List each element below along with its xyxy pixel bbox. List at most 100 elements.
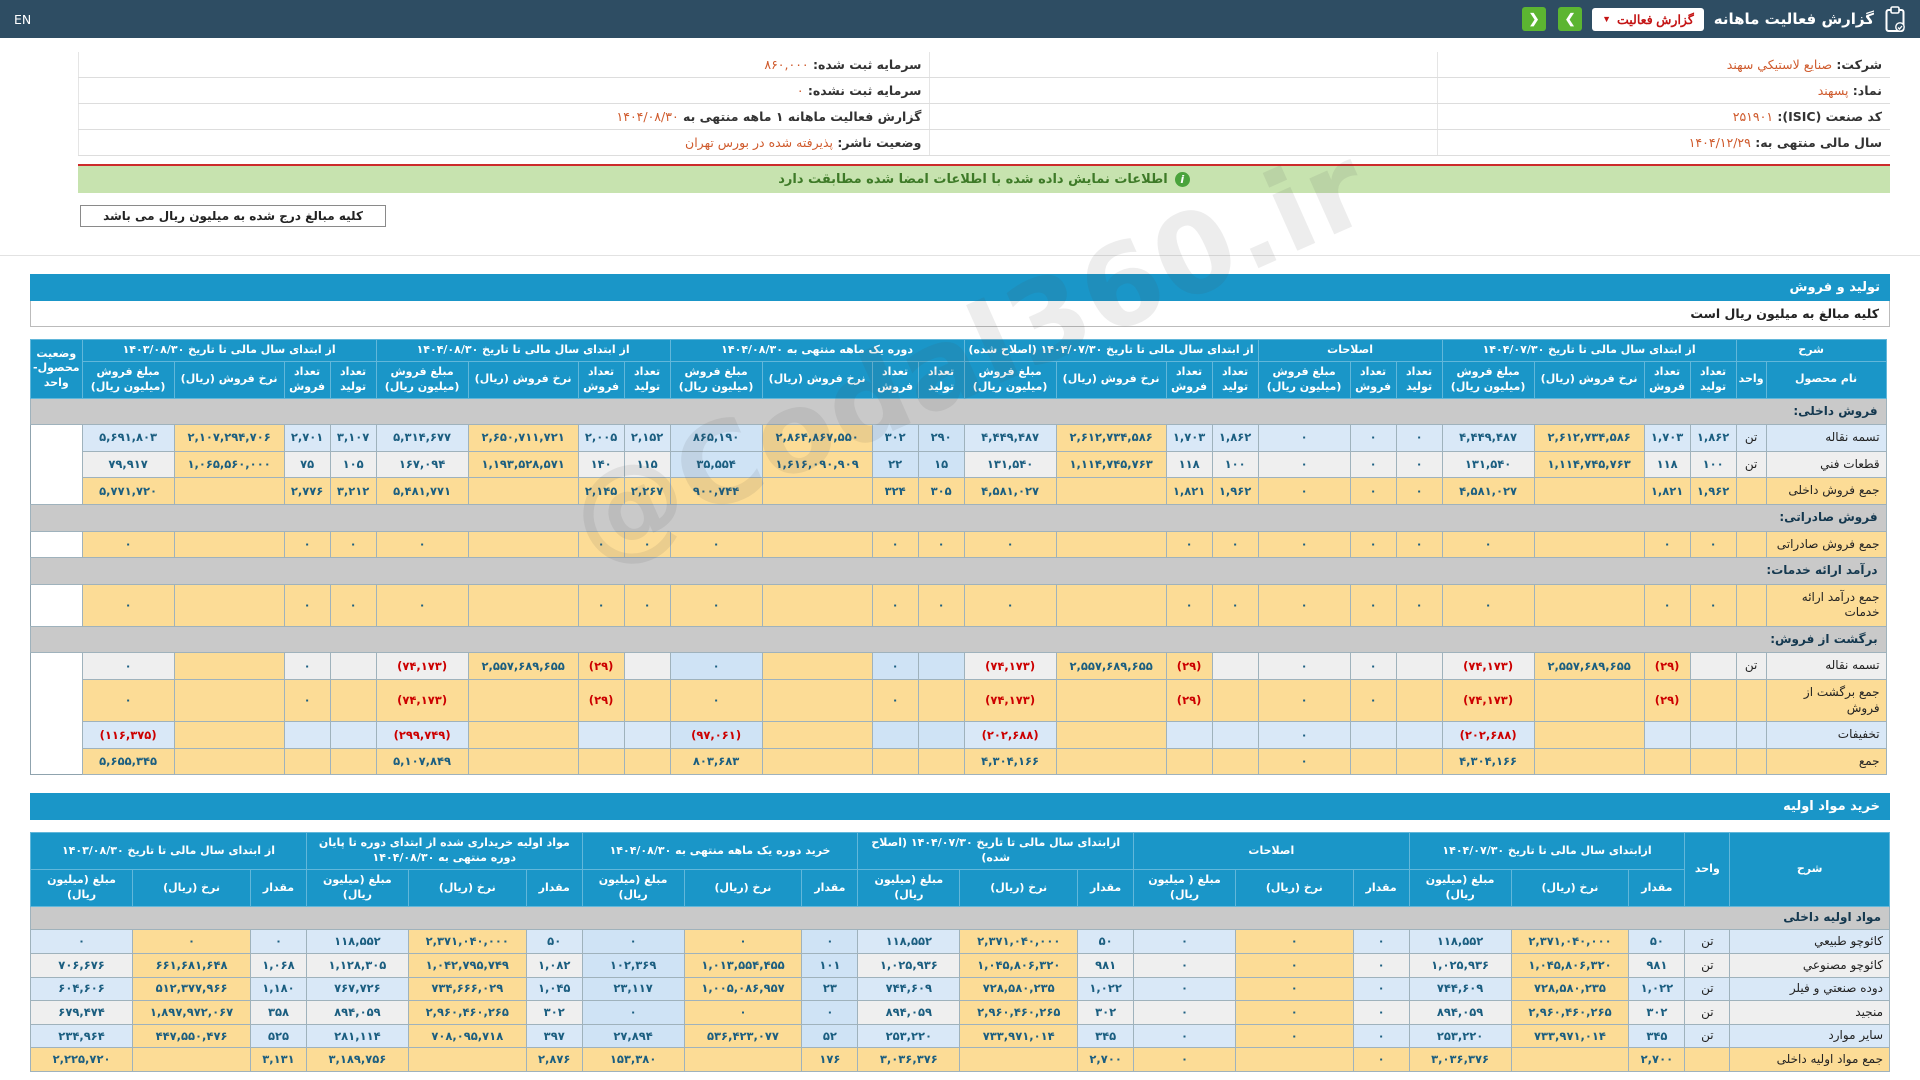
column-header: مبلغ فروش (میلیون ریال) — [669, 360, 763, 399]
report-type-dropdown-label: گزارش فعالیت — [1617, 12, 1694, 27]
company-info-row: نماد: پسهند سرمایه ثبت نشده: ۰ — [77, 77, 1890, 104]
value-cell: ۱۱۵ — [623, 450, 671, 479]
column-header: تعداد تولید — [1211, 360, 1259, 399]
language-toggle-en[interactable]: EN — [14, 12, 31, 27]
value-cell — [1211, 747, 1259, 776]
value-cell: ۵۰ — [525, 929, 583, 954]
unit-cell — [1735, 530, 1767, 559]
row-label-cell: تسمه نقاله — [1765, 424, 1887, 452]
info-spacer-cell — [929, 52, 1438, 78]
row-label-cell: قطعات فني — [1765, 450, 1887, 479]
value-cell — [761, 652, 873, 681]
next-report-button[interactable]: ❯ — [1558, 7, 1583, 31]
value-cell: ۶۷۹,۴۷۴ — [29, 1000, 134, 1025]
value-cell: ۱,۰۲۲ — [1077, 976, 1135, 1002]
value-cell: ۰ — [1395, 477, 1443, 505]
column-group-header: اصلاحات — [1133, 832, 1410, 871]
value-cell: (۲۹) — [1643, 679, 1691, 723]
column-header: تعداد تولید — [1395, 360, 1443, 399]
unit-cell — [1735, 583, 1767, 627]
page-title: گزارش فعالیت ماهانه — [1713, 10, 1874, 28]
value-cell: ۰ — [1349, 583, 1397, 627]
value-cell — [761, 721, 873, 749]
value-cell: ۸۶۵,۱۹۰ — [669, 424, 763, 452]
value-cell: ۷۲۸,۵۸۰,۲۳۵ — [959, 976, 1079, 1002]
value-cell: ۰ — [871, 583, 919, 627]
value-cell — [959, 1047, 1079, 1072]
value-cell: (۷۴,۱۷۳) — [1441, 652, 1535, 681]
value-cell: ۱,۸۲۱ — [1165, 477, 1213, 505]
value-cell — [1055, 530, 1167, 559]
value-cell — [173, 652, 285, 681]
column-group-header: ازابتدای سال مالی تا تاریخ ۱۴۰۴/۰۷/۳۰ — [1408, 832, 1686, 871]
row-label-cell: منجید — [1729, 1000, 1890, 1025]
table-row: کائوچو طبيعي تن ۵۰ ۲,۳۷۱,۰۴۰,۰۰۰ ۱۱۸,۵۵۲ ۰ ۰ ۰ ۵… — [29, 929, 1890, 954]
value-cell: ۴,۳۰۴,۱۶۶ — [1441, 747, 1535, 776]
unit-cell: تن — [1684, 929, 1731, 954]
section-label: برگشت از فروش: — [30, 625, 1887, 654]
column-header: مبلغ ( میلیون ریال) — [1133, 869, 1236, 907]
report-type-dropdown[interactable]: گزارش فعالیت ▼ — [1592, 7, 1704, 31]
company-info-row: سال مالی منتهی به: ۱۴۰۴/۱۲/۲۹ وضعیت ناشر:… — [77, 129, 1890, 156]
value-cell: ۰ — [669, 652, 763, 681]
value-cell — [1395, 652, 1443, 681]
value-cell: ۱,۱۹۳,۵۲۸,۵۷۱ — [467, 450, 579, 479]
value-cell: ۰ — [669, 583, 763, 627]
value-cell: ۳۴۵ — [1077, 1023, 1135, 1049]
value-cell: ۰ — [1257, 747, 1351, 776]
value-cell: ۱۴۰ — [577, 450, 625, 479]
value-cell: ۷۴۴,۶۰۹ — [857, 976, 961, 1002]
info-spacer-cell — [929, 129, 1438, 156]
value-cell: ۰ — [1349, 477, 1397, 505]
value-cell: ۷۲۸,۵۸۰,۲۳۵ — [1510, 976, 1630, 1002]
value-cell: ۰ — [1165, 530, 1213, 559]
top-bar: گزارش فعالیت ماهانه گزارش فعالیت ▼ ❯ ❮ E… — [0, 0, 1920, 38]
unit-cell: تن — [1684, 1023, 1731, 1049]
raw-materials-table: شرح واحد ازابتدای سال مالی تا تاریخ ۱۴۰۴/۰… — [29, 832, 1890, 1072]
value-cell: ۰ — [250, 929, 307, 954]
value-cell: ۵۰ — [1077, 929, 1135, 954]
value-cell: ۲,۸۶۴,۸۶۷,۵۵۰ — [761, 424, 873, 452]
value-cell: (۲۹) — [577, 652, 625, 681]
row-label-cell: دوده صنعتي و فیلر — [1729, 976, 1890, 1002]
value-cell: ۲,۲۲۵,۷۲۰ — [29, 1047, 134, 1072]
table-row: جمع ۴,۳۰۴,۱۶۶ ۰ ۴,۳۰۴,۱۶۶ ۸۰۳,۶۸۳ ۵,۱۰۷,۸۴۹ ۵,… — [31, 747, 1887, 776]
value-cell — [917, 652, 965, 681]
value-cell — [1055, 679, 1167, 723]
value-cell: ۱,۹۶۲ — [1211, 477, 1259, 505]
value-cell: ۱۰۰ — [1211, 450, 1259, 479]
column-header: مبلغ (میلیون ریال) — [29, 869, 134, 907]
table-row: قطعات فني تن ۱۰۰ ۱۱۸ ۱,۱۱۴,۷۴۵,۷۶۳ ۱۳۱,۵۴۰ ۰ ۰ ۰… — [31, 450, 1887, 479]
column-header: نرخ فروش (ریال) — [173, 360, 285, 399]
value-cell — [173, 721, 285, 749]
value-cell: ۱,۰۲۵,۹۳۶ — [1408, 953, 1512, 978]
column-header: نرخ (ریال) — [683, 869, 803, 907]
value-cell: ۰ — [1234, 1000, 1354, 1025]
value-cell: ۱,۸۹۷,۹۷۲,۰۶۷ — [132, 1000, 251, 1025]
value-cell: ۰ — [29, 929, 134, 954]
value-cell: ۸۹۴,۰۵۹ — [305, 1000, 409, 1025]
value-cell: ۳۲۴ — [871, 477, 919, 505]
value-cell — [761, 583, 873, 627]
column-header: نام محصول — [1765, 360, 1887, 399]
value-cell: ۰ — [375, 530, 469, 559]
row-label-cell: کائوچو طبيعي — [1729, 929, 1890, 954]
value-cell: ۲,۷۷۶ — [283, 477, 331, 505]
row-label-cell: تسمه نقاله — [1765, 652, 1887, 681]
value-cell: ۰ — [1234, 1023, 1354, 1049]
column-group-header: شرح — [1735, 339, 1887, 362]
row-label-cell: تخفیفات — [1765, 721, 1887, 749]
value-cell: ۲۷,۸۹۴ — [581, 1023, 685, 1049]
value-cell: ۰ — [1349, 424, 1397, 452]
previous-report-button[interactable]: ❮ — [1522, 7, 1547, 31]
value-cell — [623, 652, 671, 681]
value-cell: ۲,۶۱۲,۷۳۴,۵۸۶ — [1533, 424, 1645, 452]
value-cell: ۵۲۵ — [250, 1023, 307, 1049]
value-cell: (۷۴,۱۷۳) — [1441, 679, 1535, 723]
value-cell — [761, 477, 873, 505]
value-cell — [1211, 652, 1259, 681]
value-cell: ۵,۳۱۴,۶۷۷ — [375, 424, 469, 452]
row-label-cell: جمع — [1765, 747, 1887, 776]
value-cell: ۰ — [871, 652, 919, 681]
value-cell: ۰ — [669, 679, 763, 723]
